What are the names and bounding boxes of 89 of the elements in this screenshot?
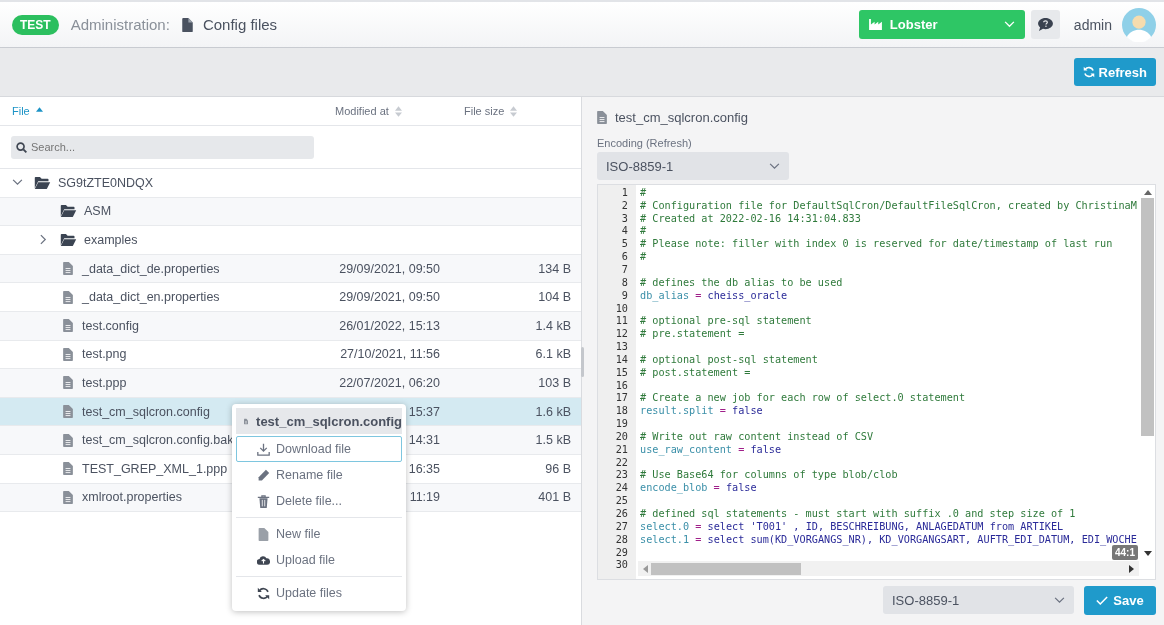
code-line: select.1 = select sum(KD_VORGANGS_NR), KD_VORGANGSART, AUFTR_EDI_DATUM, EDI_WOCHE — [640, 533, 1137, 545]
modified-date: 26/01/2022, 15:13 — [339, 318, 440, 333]
user-name: admin — [1073, 16, 1112, 33]
line-number: 25 — [614, 495, 629, 507]
code-line: # — [640, 186, 647, 198]
menu-title: test_cm_sqlcron.config — [256, 413, 402, 429]
code-line: # defined sql statements - must start with suffix .0 and step size of 1 — [640, 508, 1076, 519]
line-number: 26 — [614, 508, 629, 519]
section-label: Administration: — [70, 16, 170, 33]
line-number: 1 — [620, 186, 629, 198]
code-line: # optional post-sql statement — [640, 353, 818, 365]
line-number: 10 — [614, 302, 629, 314]
code-line: db_alias = cheiss_oracle — [640, 289, 788, 301]
line-number: 21 — [614, 443, 629, 455]
cursor-position: 44:1 — [1112, 545, 1138, 560]
file-name: test.ppp — [82, 375, 127, 390]
code-line: # Write out raw content instead of CSV — [640, 430, 874, 442]
line-number: 14 — [614, 353, 629, 365]
line-number: 30 — [614, 559, 629, 571]
file-size: 6.1 kB — [535, 347, 571, 362]
file-title: test_cm_sqlcron.config — [615, 109, 748, 125]
file-name: SG9tZTE0NDQX — [58, 175, 154, 190]
file-size: 103 B — [538, 375, 571, 390]
line-number: 27 — [614, 520, 629, 532]
file-name: TEST_GREP_XML_1.ppp — [82, 461, 228, 476]
line-number: 28 — [614, 533, 629, 545]
environment-badge: TEST — [12, 14, 59, 35]
file-name: test_cm_sqlcron.config.bak — [82, 433, 234, 448]
line-number: 15 — [614, 366, 629, 378]
code-line: # — [640, 251, 647, 263]
line-number: 17 — [614, 392, 629, 404]
file-name: xmlroot.properties — [82, 490, 183, 505]
file-name: test.config — [82, 318, 139, 333]
file-size: 1.5 kB — [535, 433, 571, 448]
code-line: use_raw_content = false — [640, 443, 782, 455]
line-number: 12 — [614, 328, 629, 340]
line-number: 5 — [620, 238, 629, 250]
line-number: 4 — [620, 225, 629, 237]
code-line: # pre.statement = — [640, 328, 745, 340]
line-number: 23 — [614, 469, 629, 481]
line-number: 18 — [614, 405, 629, 417]
modified-date: 22/07/2021, 06:20 — [339, 375, 440, 390]
code-line: # Configuration file for DefaultSqlCron/DefaultFileSqlCron, created by ChristinaM — [640, 199, 1137, 211]
line-number: 16 — [614, 379, 629, 391]
file-size: 134 B — [538, 261, 571, 276]
line-number: 8 — [620, 276, 629, 288]
code-line: encode_blob = false — [640, 482, 757, 494]
line-number: 13 — [614, 341, 629, 353]
code-line: # — [640, 225, 647, 237]
modified-date: 29/09/2021, 09:50 — [339, 290, 440, 305]
line-number: 11 — [614, 315, 629, 327]
modified-date: 29/09/2021, 09:50 — [339, 261, 440, 276]
line-number: 7 — [620, 264, 629, 275]
page-title: Config files — [202, 16, 278, 33]
modified-date: 16:35 — [408, 461, 440, 476]
modified-date: 15:37 — [408, 404, 440, 419]
file-size: 1.4 kB — [535, 318, 571, 333]
file-name: ASM — [84, 204, 112, 219]
code-line: result.split = false — [640, 405, 763, 417]
code-line: # Create a new job for each row of select.0 statement — [640, 392, 966, 404]
modified-date: 27/10/2021, 11:56 — [340, 347, 440, 362]
file-name: test_cm_sqlcron.config — [82, 404, 210, 419]
line-number: 24 — [614, 482, 629, 494]
code-line: # defines the db alias to be used — [640, 276, 843, 288]
code-line: # Created at 2022-02-16 14:31:04.833 — [640, 212, 861, 224]
file-size: 1.6 kB — [535, 404, 571, 419]
line-number: 19 — [614, 418, 629, 430]
file-name: _data_dict_en.properties — [82, 290, 220, 305]
file-name: _data_dict_de.properties — [82, 261, 220, 276]
file-name: examples — [84, 233, 138, 247]
file-size: 104 B — [538, 290, 571, 305]
code-line: select.0 = select 'T001' , ID, BESCHREIBUNG, ANLAGEDATUM from ARTIKEL — [640, 520, 1064, 532]
line-number: 3 — [620, 212, 629, 224]
file-name: test.png — [82, 347, 127, 362]
code-line: # Please note: filler with index 0 is reserved for date/timestamp of last run — [640, 238, 1113, 250]
modified-date: 11:19 — [409, 490, 440, 505]
modified-date: 14:31 — [408, 433, 440, 448]
code-line: # optional pre-sql statement — [640, 315, 812, 327]
code-line: # post.statement = — [640, 366, 751, 378]
encoding-label: Encoding (Refresh) — [597, 137, 693, 149]
line-number: 6 — [620, 251, 629, 263]
file-size: 401 B — [538, 490, 571, 505]
line-number: 29 — [614, 546, 629, 558]
line-number: 9 — [620, 289, 629, 301]
code-line: # Use Base64 for columns of type blob/clob — [640, 469, 898, 481]
line-number: 20 — [614, 430, 629, 442]
file-size: 96 B — [545, 461, 571, 476]
line-number: 22 — [614, 456, 629, 468]
line-number: 2 — [620, 199, 629, 211]
